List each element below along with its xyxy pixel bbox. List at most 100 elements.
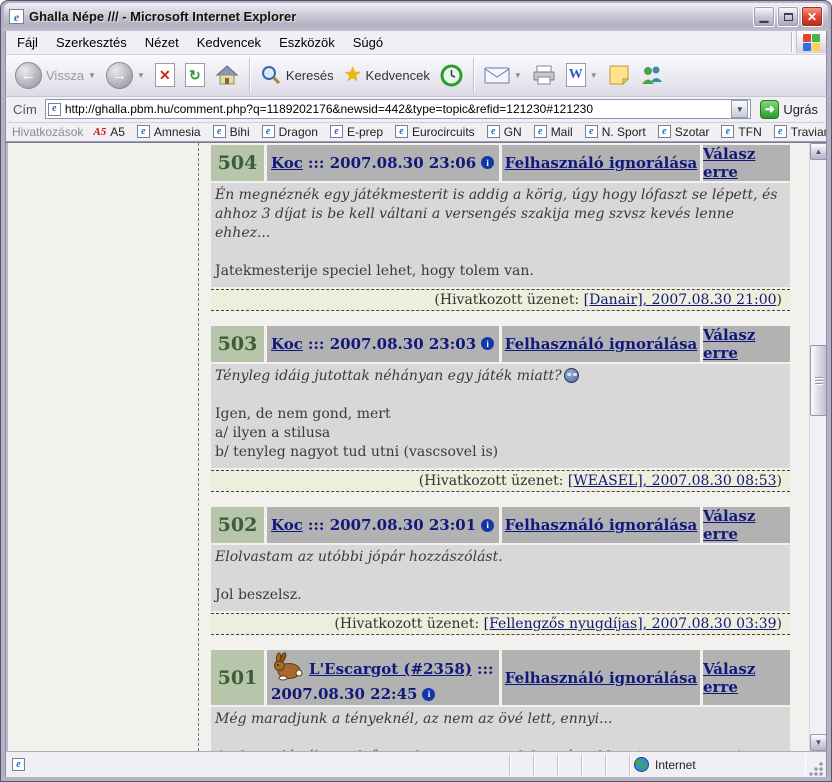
quoted-message: (Hivatkozott üzenet: [WEASEL], 2007.08.3… [211, 470, 790, 492]
scroll-down-button[interactable]: ▼ [810, 734, 827, 751]
favorites-button[interactable]: ★ Kedvencek [341, 63, 433, 87]
post-text: Jol beszelsz. [215, 587, 302, 603]
link-amnesia[interactable]: eAmnesia [137, 125, 201, 139]
toolbar-separator [473, 58, 474, 92]
status-pane [582, 755, 606, 775]
stop-button[interactable]: ✕ [152, 61, 178, 89]
post-501: 501L'Escargot (#2358) :::2007.08.30 22:4… [211, 650, 789, 751]
back-label: Vissza [46, 68, 84, 83]
page-content: 504Koc::: 2007.08.30 23:06iFelhasználó i… [199, 143, 809, 751]
history-button[interactable] [437, 62, 466, 89]
stop-icon: ✕ [155, 63, 175, 87]
go-button[interactable]: ➜ Ugrás [756, 99, 822, 120]
link-label: Travian [791, 125, 827, 139]
go-label: Ugrás [783, 102, 818, 117]
status-main-pane: e [8, 755, 510, 775]
ie-page-icon: e [213, 125, 226, 138]
link-label: Bihi [230, 125, 250, 139]
link-label: Eurocircuits [412, 125, 475, 139]
print-icon [532, 64, 556, 86]
search-button[interactable]: Keresés [257, 62, 337, 88]
link-travian[interactable]: eTravian [774, 125, 827, 139]
author-link[interactable]: Koc [271, 516, 303, 534]
ignore-user-label: Felhasználó ignorálása [505, 669, 698, 687]
link-dragon[interactable]: eDragon [262, 125, 318, 139]
link-eurocircuits[interactable]: eEurocircuits [395, 125, 475, 139]
post-503: 503Koc::: 2007.08.30 23:03iFelhasználó i… [211, 326, 789, 492]
back-button[interactable]: ← Vissza ▼ [12, 60, 99, 91]
info-icon[interactable]: i [481, 337, 494, 350]
reply-label: Válasz erre [703, 507, 790, 543]
author-link[interactable]: L'Escargot (#2358) [309, 660, 472, 678]
ie-page-icon: e [9, 9, 24, 24]
reply-label: Válasz erre [703, 326, 790, 362]
link-a5[interactable]: A5 A5 [93, 125, 125, 139]
link-mail[interactable]: eMail [534, 125, 573, 139]
refresh-button[interactable]: ↻ [182, 61, 208, 89]
quoted-message-link[interactable]: [Fellengzős nyugdíjas], 2007.08.30 03:39 [484, 616, 777, 632]
forward-dropdown-icon[interactable]: ▼ [137, 71, 145, 80]
quoted-message-link[interactable]: [WEASEL], 2007.08.30 08:53 [568, 473, 777, 489]
resize-grip[interactable] [809, 762, 824, 777]
print-button[interactable] [529, 62, 559, 88]
link-n-sport[interactable]: eN. Sport [585, 125, 646, 139]
reply-link[interactable]: Válasz erre [703, 145, 790, 181]
author-link[interactable]: Koc [271, 335, 303, 353]
menu-bar: FájlSzerkesztésNézetKedvencekEszközökSúg… [5, 31, 827, 55]
minimize-button[interactable]: ▁ [753, 6, 775, 27]
link-e-prep[interactable]: eE-prep [330, 125, 383, 139]
back-dropdown-icon[interactable]: ▼ [88, 71, 96, 80]
messenger-button[interactable] [637, 62, 667, 88]
page-left-margin [6, 143, 199, 751]
ignore-user-link[interactable]: Felhasználó ignorálása [502, 650, 700, 705]
post-text: Még maradjunk a tényeknél, az nem az övé… [215, 711, 612, 727]
discuss-button[interactable] [605, 62, 633, 88]
ignore-user-link[interactable]: Felhasználó ignorálása [502, 145, 700, 181]
a5-logo-icon: A5 [93, 126, 106, 138]
forum-posts: 504Koc::: 2007.08.30 23:06iFelhasználó i… [211, 145, 789, 751]
forward-icon: → [106, 62, 133, 89]
address-dropdown-button[interactable]: ▼ [731, 100, 748, 118]
link-gn[interactable]: eGN [487, 125, 522, 139]
zone-label: Internet [655, 758, 696, 772]
vertical-scrollbar[interactable]: ▲ ▼ [809, 143, 826, 751]
menu-item-kedvencek[interactable]: Kedvencek [188, 32, 270, 53]
post-date: 2007.08.30 22:45 [271, 685, 417, 703]
back-icon: ← [15, 62, 42, 89]
menu-item-eszkozok[interactable]: Eszközök [270, 32, 344, 53]
address-input[interactable]: e http://ghalla.pbm.hu/comment.php?q=118… [45, 99, 751, 119]
mail-dropdown-icon[interactable]: ▼ [514, 71, 522, 80]
forward-button[interactable]: → ▼ [103, 60, 148, 91]
author-link[interactable]: Koc [271, 154, 303, 172]
link-label: A5 [110, 125, 125, 139]
link-tfn[interactable]: eTFN [721, 125, 761, 139]
window-title: Ghalla Népe /// - Microsoft Internet Exp… [29, 9, 748, 24]
link-label: TFN [738, 125, 761, 139]
ignore-user-link[interactable]: Felhasználó ignorálása [502, 507, 700, 543]
scroll-up-button[interactable]: ▲ [810, 143, 827, 160]
maximize-button[interactable] [777, 6, 799, 27]
menu-item-sugo[interactable]: Súgó [344, 32, 392, 53]
reply-link[interactable]: Válasz erre [703, 326, 790, 362]
mail-button[interactable]: ▼ [481, 63, 525, 87]
reply-link[interactable]: Válasz erre [703, 507, 790, 543]
standard-toolbar: ← Vissza ▼ → ▼ ✕ ↻ Keresés ★ Kedvencek [5, 55, 827, 97]
reply-link[interactable]: Válasz erre [703, 650, 790, 705]
post-paragraph: Az hogy láttál az első emeleten az egy d… [215, 748, 780, 751]
scrollbar-thumb[interactable] [810, 345, 827, 416]
info-icon[interactable]: i [422, 688, 435, 701]
edit-dropdown-icon[interactable]: ▼ [590, 71, 598, 80]
home-button[interactable] [212, 61, 242, 89]
menu-item-szerkesztes[interactable]: Szerkesztés [47, 32, 136, 53]
link-szotar[interactable]: eSzotar [658, 125, 710, 139]
post-paragraph: Jol beszelsz. [215, 586, 780, 605]
link-bihi[interactable]: e Bihi [213, 125, 250, 139]
info-icon[interactable]: i [481, 519, 494, 532]
edit-button[interactable]: W ▼ [563, 61, 601, 89]
close-button[interactable]: ✕ [801, 6, 823, 27]
menu-item-nezet[interactable]: Nézet [136, 32, 188, 53]
ignore-user-link[interactable]: Felhasználó ignorálása [502, 326, 700, 362]
menu-item-fajl[interactable]: Fájl [8, 32, 47, 53]
info-icon[interactable]: i [481, 156, 494, 169]
quoted-message-link[interactable]: [Danair], 2007.08.30 21:00 [584, 292, 777, 308]
